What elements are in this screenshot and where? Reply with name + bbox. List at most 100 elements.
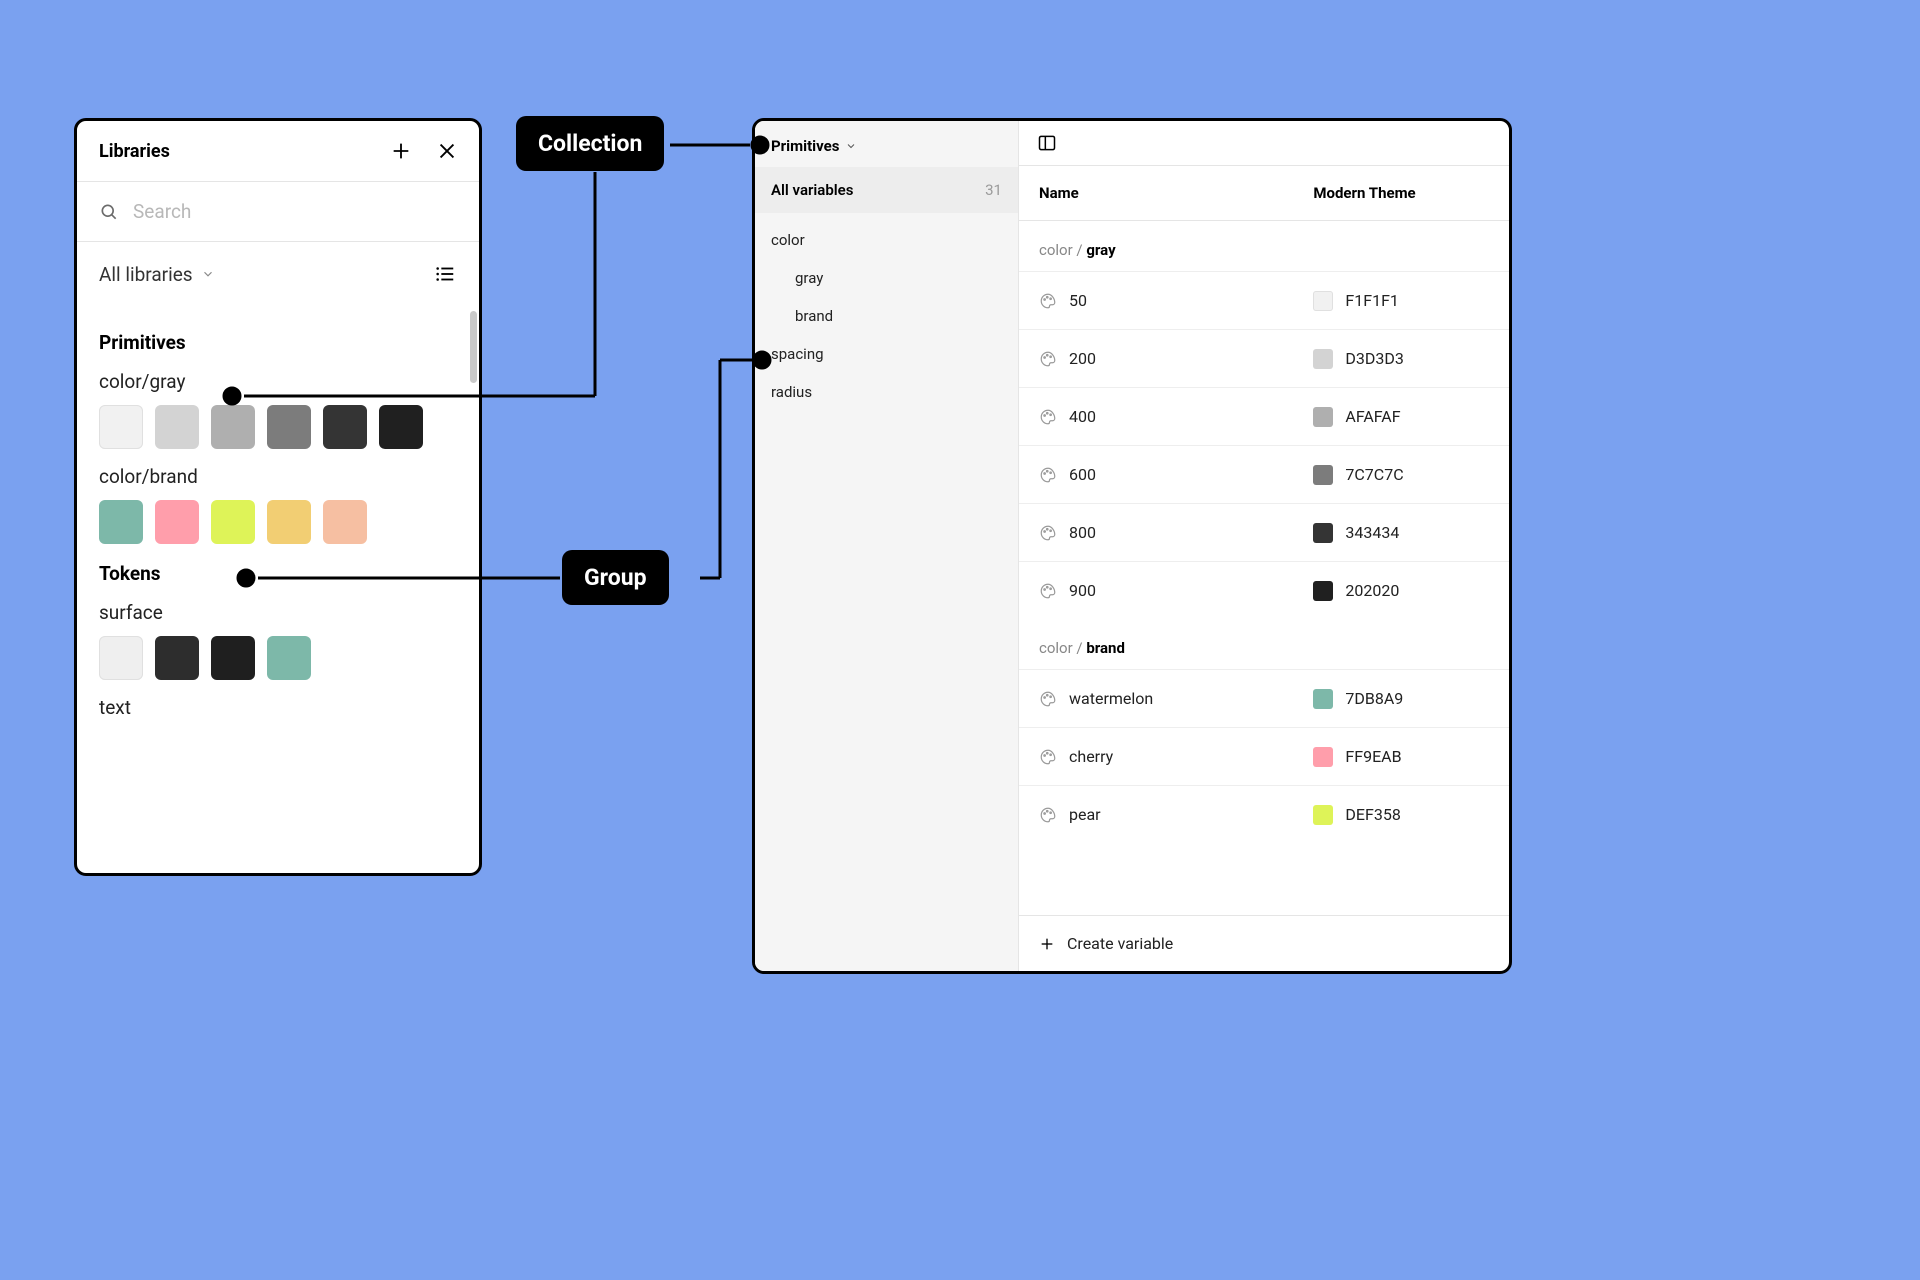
- color-swatch[interactable]: [267, 636, 311, 680]
- color-swatch[interactable]: [99, 500, 143, 544]
- color-swatch[interactable]: [211, 405, 255, 449]
- toggle-sidebar-button[interactable]: [1035, 131, 1059, 155]
- scrollbar-thumb[interactable]: [470, 311, 477, 383]
- libraries-filter-select[interactable]: All libraries: [99, 263, 215, 286]
- color-swatch[interactable]: [99, 405, 143, 449]
- color-swatch[interactable]: [267, 405, 311, 449]
- callout-collection: Collection: [516, 116, 664, 171]
- variable-row[interactable]: 400 AFAFAF: [1019, 387, 1509, 445]
- color-variable-icon: [1039, 408, 1057, 426]
- color-variable-icon: [1039, 292, 1057, 310]
- color-variable-icon: [1039, 466, 1057, 484]
- variable-name-cell: watermelon: [1019, 689, 1293, 708]
- color-hex-label: AFAFAF: [1345, 407, 1400, 426]
- variable-name-cell: pear: [1019, 805, 1293, 824]
- tree-node[interactable]: color: [755, 221, 1018, 259]
- plus-icon: [1039, 936, 1055, 952]
- column-mode: Modern Theme: [1293, 184, 1509, 202]
- color-variable-icon: [1039, 524, 1057, 542]
- library-group-title: color/gray: [99, 370, 457, 393]
- variable-group-path: color /: [1039, 639, 1086, 657]
- variable-row[interactable]: watermelon 7DB8A9: [1019, 669, 1509, 727]
- create-variable-button[interactable]: Create variable: [1019, 915, 1509, 971]
- color-hex-label: D3D3D3: [1345, 349, 1403, 368]
- color-hex-label: 343434: [1345, 523, 1399, 542]
- color-swatch[interactable]: [155, 405, 199, 449]
- variable-row[interactable]: 50 F1F1F1: [1019, 271, 1509, 329]
- tree-node-child[interactable]: gray: [755, 259, 1018, 297]
- libraries-title: Libraries: [99, 141, 170, 162]
- color-chip: [1313, 805, 1333, 825]
- variable-row[interactable]: 200D3D3D3: [1019, 329, 1509, 387]
- color-swatch[interactable]: [99, 636, 143, 680]
- library-group-title: text: [99, 696, 457, 719]
- color-hex-label: FF9EAB: [1345, 747, 1401, 766]
- libraries-body: Primitivescolor/graycolor/brandTokenssur…: [77, 307, 479, 873]
- collection-select[interactable]: Primitives: [755, 125, 1018, 167]
- variable-row[interactable]: 800 343434: [1019, 503, 1509, 561]
- color-swatch[interactable]: [211, 500, 255, 544]
- libraries-header-actions: [389, 139, 459, 163]
- variable-value-cell: 7DB8A9: [1293, 689, 1509, 709]
- close-icon: [436, 140, 458, 162]
- variable-value-cell: 343434: [1293, 523, 1509, 543]
- color-swatch[interactable]: [155, 636, 199, 680]
- swatch-row: [99, 500, 457, 544]
- tree-node[interactable]: spacing: [755, 335, 1018, 373]
- color-swatch[interactable]: [267, 500, 311, 544]
- variable-group-path-bold: gray: [1086, 241, 1115, 259]
- variable-name-cell: 800: [1019, 523, 1293, 542]
- variable-name: pear: [1069, 805, 1101, 824]
- variable-value-cell: F1F1F1: [1293, 291, 1509, 311]
- color-chip: [1313, 407, 1333, 427]
- color-swatch[interactable]: [323, 405, 367, 449]
- column-name: Name: [1019, 184, 1293, 202]
- create-variable-label: Create variable: [1067, 934, 1173, 953]
- swatch-row: [99, 405, 457, 449]
- color-swatch[interactable]: [155, 500, 199, 544]
- all-variables-count: 31: [985, 181, 1002, 199]
- libraries-search-input[interactable]: [133, 200, 457, 223]
- color-hex-label: 202020: [1345, 581, 1399, 600]
- variable-group-header: color / brand: [1019, 619, 1509, 669]
- swatch-row: [99, 636, 457, 680]
- variable-name: 900: [1069, 581, 1096, 600]
- color-hex-label: DEF358: [1345, 805, 1400, 824]
- tree-node-child[interactable]: brand: [755, 297, 1018, 335]
- search-icon: [99, 202, 119, 222]
- variables-main: Name Modern Theme color / gray 50 F1F1F1 20…: [1019, 121, 1509, 971]
- variable-value-cell: AFAFAF: [1293, 407, 1509, 427]
- variable-name-cell: 400: [1019, 407, 1293, 426]
- sidebar-icon: [1037, 133, 1057, 153]
- color-variable-icon: [1039, 350, 1057, 368]
- color-chip: [1313, 747, 1333, 767]
- close-libraries-button[interactable]: [435, 139, 459, 163]
- variable-name: 400: [1069, 407, 1096, 426]
- list-icon: [434, 263, 456, 285]
- variable-name: cherry: [1069, 747, 1113, 766]
- chevron-down-icon: [845, 140, 857, 152]
- color-swatch[interactable]: [379, 405, 423, 449]
- variables-toolbar: [1019, 121, 1509, 165]
- chevron-down-icon: [201, 267, 215, 281]
- variable-value-cell: D3D3D3: [1293, 349, 1509, 369]
- add-library-button[interactable]: [389, 139, 413, 163]
- variable-name: 50: [1069, 291, 1087, 310]
- variable-row[interactable]: cherry FF9EAB: [1019, 727, 1509, 785]
- color-swatch[interactable]: [323, 500, 367, 544]
- color-swatch[interactable]: [211, 636, 255, 680]
- variable-row[interactable]: 900 202020: [1019, 561, 1509, 619]
- variable-row[interactable]: pear DEF358: [1019, 785, 1509, 843]
- variable-name-cell: 600: [1019, 465, 1293, 484]
- tree-node[interactable]: radius: [755, 373, 1018, 411]
- libraries-search-row: [77, 182, 479, 242]
- variables-columns-header: Name Modern Theme: [1019, 165, 1509, 221]
- all-variables-row[interactable]: All variables 31: [755, 167, 1018, 213]
- variable-name: watermelon: [1069, 689, 1153, 708]
- variables-tree: colorgraybrandspacingradius: [755, 213, 1018, 419]
- color-chip: [1313, 523, 1333, 543]
- variable-row[interactable]: 6007C7C7C: [1019, 445, 1509, 503]
- variable-name-cell: 900: [1019, 581, 1293, 600]
- list-view-toggle[interactable]: [433, 262, 457, 286]
- color-chip: [1313, 689, 1333, 709]
